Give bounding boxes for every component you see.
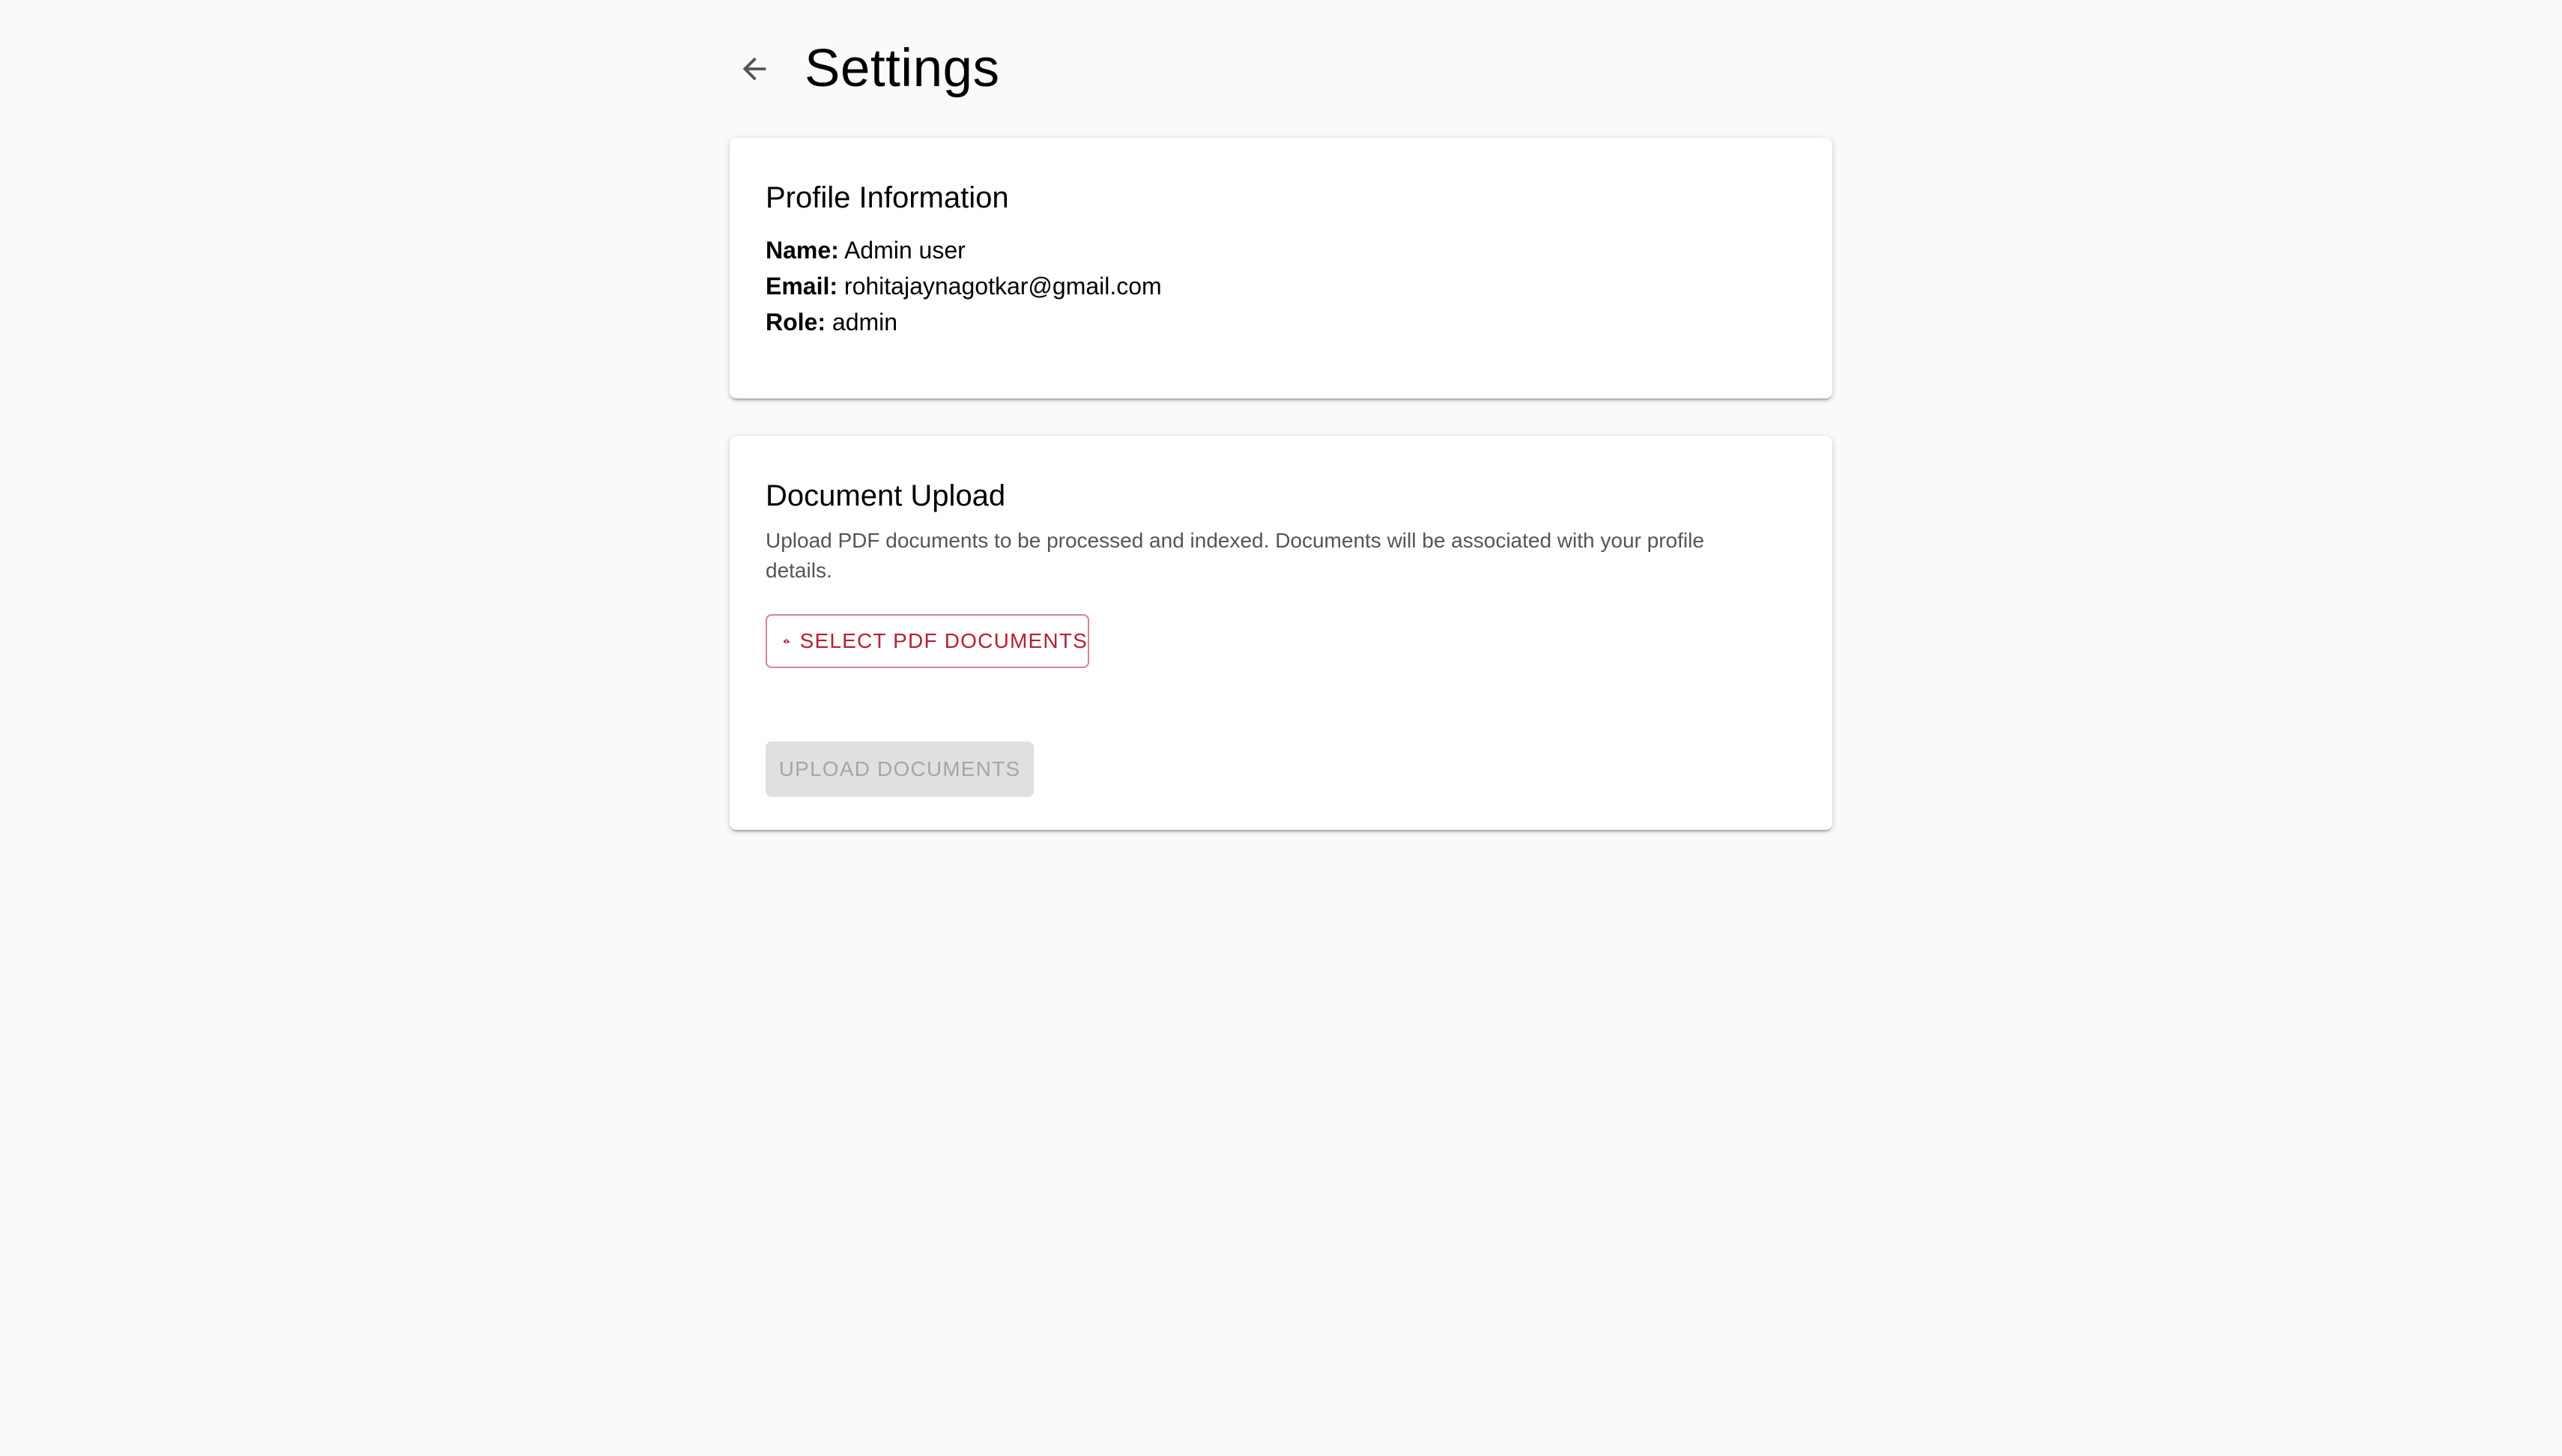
upload-card-title: Document Upload <box>766 479 1006 512</box>
profile-role-value: admin <box>832 309 898 336</box>
page-header: Settings <box>730 0 1832 138</box>
back-button[interactable] <box>730 33 779 105</box>
profile-name-label: Name: <box>766 237 839 264</box>
profile-email-label: Email: <box>766 273 838 300</box>
select-pdf-documents-button[interactable]: SELECT PDF DOCUMENTS <box>766 614 1089 668</box>
upload-documents-button[interactable]: UPLOAD DOCUMENTS <box>766 741 1034 797</box>
page-title: Settings <box>805 39 1000 98</box>
arrow-back-icon <box>742 57 766 81</box>
profile-email-row: Email: rohitajaynagotkar@gmail.com <box>766 268 1162 304</box>
select-pdf-documents-label: SELECT PDF DOCUMENTS <box>799 629 1088 652</box>
profile-role-row: Role: admin <box>766 304 897 340</box>
profile-name-row: Name: Admin user <box>766 232 966 268</box>
settings-page: Settings Profile Information Name: Admin… <box>730 0 1832 830</box>
profile-information-card: Profile Information Name: Admin user Ema… <box>730 138 1832 398</box>
upload-description: Upload PDF documents to be processed and… <box>766 529 1704 582</box>
profile-name-value: Admin user <box>844 237 966 264</box>
document-upload-card: Document Upload Upload PDF documents to … <box>730 436 1832 830</box>
profile-email-value: rohitajaynagotkar@gmail.com <box>844 273 1162 300</box>
profile-card-title: Profile Information <box>766 181 1009 214</box>
profile-role-label: Role: <box>766 309 826 336</box>
cloud-upload-icon <box>784 639 790 643</box>
